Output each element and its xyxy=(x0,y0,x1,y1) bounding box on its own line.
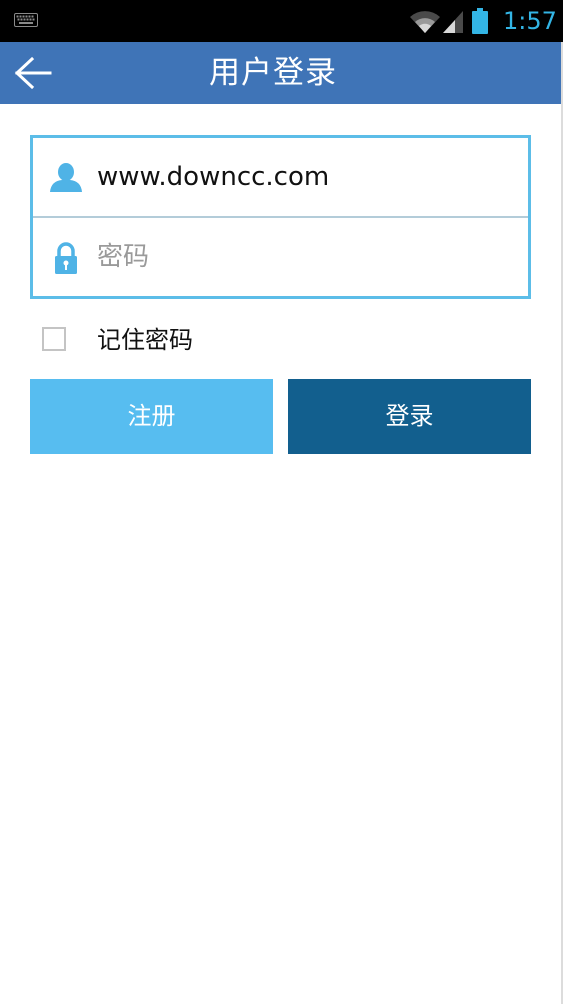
battery-icon xyxy=(472,8,488,34)
title-bar: 用户登录 xyxy=(0,42,563,104)
login-form xyxy=(30,135,531,299)
login-button[interactable]: 登录 xyxy=(288,379,531,454)
lock-icon xyxy=(55,242,77,274)
user-icon xyxy=(50,163,82,192)
password-row xyxy=(33,218,528,296)
remember-password-label: 记住密码 xyxy=(97,326,193,354)
status-bar: 1:57 xyxy=(0,0,563,42)
page-title: 用户登录 xyxy=(209,55,337,91)
remember-password-option[interactable]: 记住密码 xyxy=(42,322,242,358)
username-input[interactable] xyxy=(97,154,507,200)
login-screen: 1:57 用户登录 记住 xyxy=(0,0,563,1004)
wifi-icon xyxy=(410,11,440,33)
username-row xyxy=(33,138,528,216)
keyboard-icon xyxy=(14,13,38,27)
status-clock: 1:57 xyxy=(503,7,557,35)
register-button[interactable]: 注册 xyxy=(30,379,273,454)
remember-password-checkbox[interactable] xyxy=(42,327,66,351)
signal-icon xyxy=(443,11,463,33)
password-input[interactable] xyxy=(97,234,507,280)
